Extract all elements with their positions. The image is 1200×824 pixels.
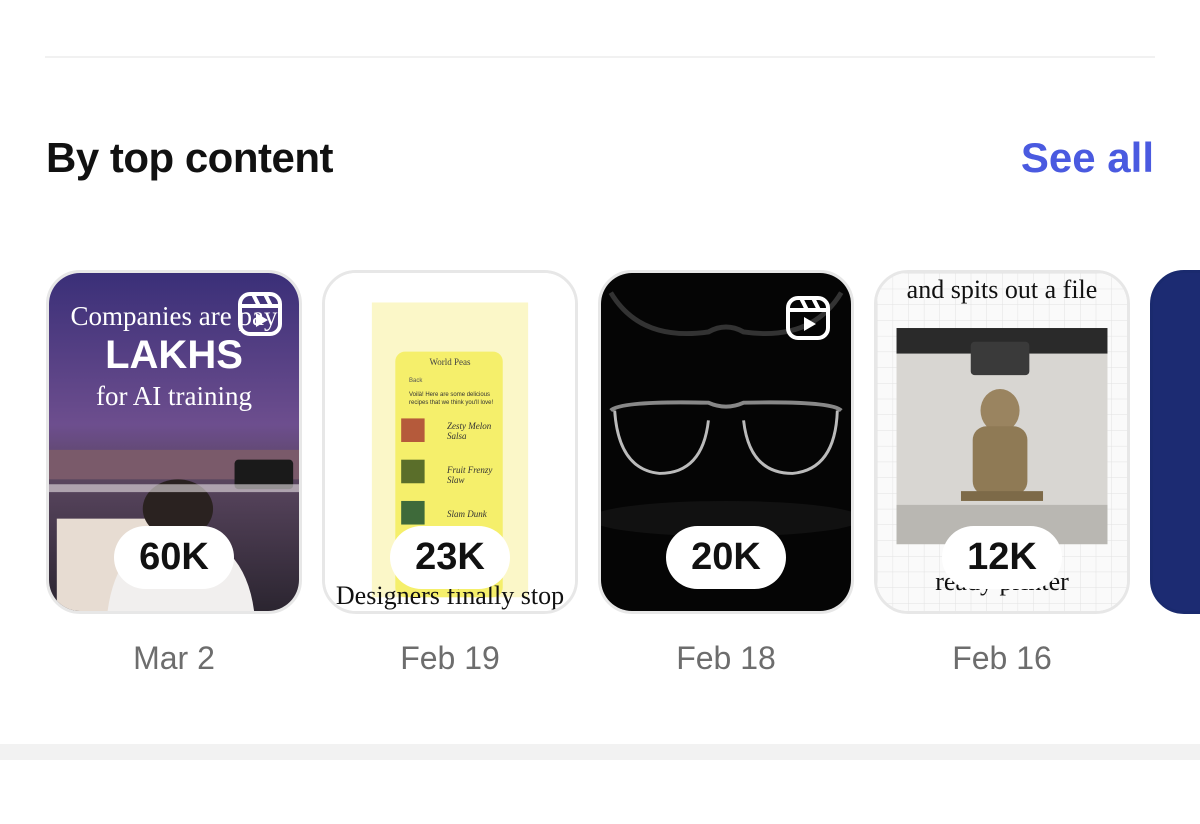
card-4-top-caption: and spits out a file [906,275,1098,304]
card-3-date: Feb 18 [676,640,776,676]
app-intro-text: Voilà! Here are some delicious recipes t… [409,392,494,406]
reel-icon [238,292,282,336]
section-title: By top content [46,134,333,181]
see-all-link[interactable]: See all [1021,134,1154,182]
reel-icon [786,296,830,340]
view-count-badge: 20K [666,526,786,589]
top-divider [45,56,1155,58]
section-separator [0,744,1200,760]
view-count-badge: 60K [114,526,234,589]
card-1-line-3: for AI training [96,381,252,411]
recipe-1: Zesty Melon Salsa [447,421,492,441]
content-card-3[interactable]: 20K [598,270,854,614]
app-back-link: Back [409,378,423,384]
view-count-badge: 12K [942,526,1062,589]
content-card-4[interactable]: and spits out a file ready printer 12K [874,270,1130,614]
view-count-badge: 23K [390,526,510,589]
recipe-2: Fruit Frenzy Slaw [447,465,493,485]
recipe-3: Slam Dunk [447,509,487,519]
content-card-5[interactable] [1150,270,1200,614]
content-card-2[interactable]: World Peas Back Voilà! Here are some del… [322,270,578,614]
card-1-date: Mar 2 [133,640,215,676]
card-2-date: Feb 19 [400,640,500,676]
card-1-line-2: LAKHS [105,333,243,377]
card-4-date: Feb 16 [952,640,1052,676]
content-card-1[interactable]: Companies are pay LAKHS for AI training … [46,270,302,614]
app-title: World Peas [429,357,471,367]
